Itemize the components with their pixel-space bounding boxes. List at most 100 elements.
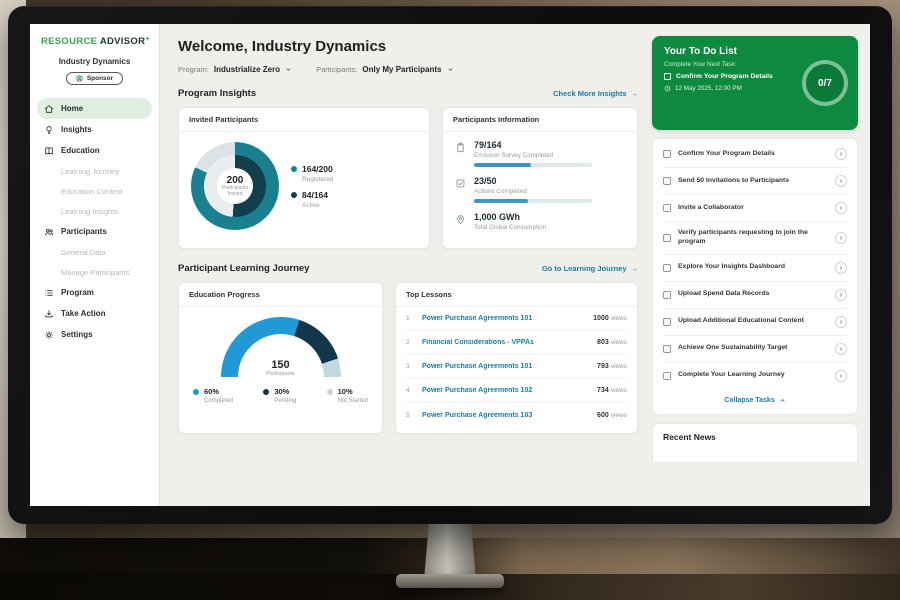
invited-participants-donut-chart: 200 Participants Invited <box>191 142 279 230</box>
stat-progress-fill <box>474 199 528 203</box>
task-row-send-invitations[interactable]: Send 50 Invitations to Participants <box>663 168 847 195</box>
task-row-upload-spend-data[interactable]: Upload Spend Data Records <box>663 282 847 309</box>
chevron-right-icon[interactable] <box>835 148 847 160</box>
program-insights-title: Program Insights <box>178 88 256 99</box>
education-gauge-chart: 150 Participants <box>221 317 341 377</box>
task-row-complete-learning-journey[interactable]: Complete Your Learning Journey <box>663 363 847 389</box>
go-to-learning-journey-link[interactable]: Go to Learning Journey → <box>542 264 638 273</box>
sidebar-item-program[interactable]: Program <box>37 282 152 303</box>
sidebar-item-learning-insights[interactable]: Learning Insights <box>37 201 152 221</box>
page-title: Welcome, Industry Dynamics <box>178 38 638 55</box>
task-checkbox[interactable] <box>663 204 671 212</box>
program-icon <box>44 288 54 298</box>
chevron-right-icon[interactable] <box>835 202 847 214</box>
sidebar-item-home[interactable]: Home <box>37 98 152 119</box>
main-content: Welcome, Industry Dynamics Program: Indu… <box>160 24 652 506</box>
chevron-right-icon[interactable] <box>835 343 847 355</box>
sidebar-item-participants[interactable]: Participants <box>37 221 152 242</box>
task-row-upload-educational-content[interactable]: Upload Additional Educational Content <box>663 309 847 336</box>
task-row-explore-insights[interactable]: Explore Your Insights Dashboard <box>663 255 847 282</box>
todo-panel: Your To Do List Complete Your Next Task:… <box>652 36 858 463</box>
monitor-bezel: RESOURCE ADVISOR+ Industry Dynamics Spon… <box>8 6 892 524</box>
task-checkbox[interactable] <box>663 177 671 185</box>
sponsor-badge: Sponsor <box>66 72 123 85</box>
sidebar-item-settings[interactable]: Settings <box>37 324 152 345</box>
app-logo: RESOURCE ADVISOR+ <box>30 24 159 47</box>
task-row-invite-collaborator[interactable]: Invite a Collaborator <box>663 195 847 222</box>
chevron-right-icon[interactable] <box>835 316 847 328</box>
task-row-verify-participants[interactable]: Verify participants requesting to join t… <box>663 222 847 255</box>
sidebar-item-manage-participants[interactable]: Manage Participants <box>37 262 152 282</box>
sidebar-item-insights[interactable]: Insights <box>37 119 152 140</box>
lesson-link[interactable]: Power Purchase Agreements 103 <box>422 412 597 419</box>
top-lessons-title: Top Lessons <box>396 283 637 307</box>
program-filter-dropdown[interactable]: Program: Industrialize Zero <box>178 65 292 74</box>
task-checkbox[interactable] <box>663 345 671 353</box>
task-checkbox[interactable] <box>663 234 671 242</box>
lesson-row[interactable]: 2 Financial Considerations - VPPAs 803vi… <box>406 331 627 355</box>
task-checkbox[interactable] <box>663 150 671 158</box>
program-filter-value: Industrialize Zero <box>214 65 280 74</box>
checklist-icon <box>455 178 466 189</box>
invited-participants-card: Invited Participants 200 Participants In… <box>178 107 430 249</box>
invited-participants-title: Invited Participants <box>179 108 429 132</box>
chevron-right-icon[interactable] <box>835 262 847 274</box>
recent-news-title: Recent News <box>663 432 847 442</box>
sidebar-item-take-action[interactable]: Take Action <box>37 303 152 324</box>
sidebar-item-education[interactable]: Education <box>37 140 152 161</box>
next-task-checkbox[interactable] <box>664 73 671 80</box>
monitor-stand-base <box>396 574 504 588</box>
home-icon <box>44 104 54 114</box>
program-insights-cards: Invited Participants 200 Participants In… <box>178 107 638 249</box>
todo-title: Your To Do List <box>664 46 846 57</box>
sidebar-item-learning-journey[interactable]: Learning Journey <box>37 161 152 181</box>
stat-global-consumption: 1,000 GWh Total Global Consumption <box>455 212 625 231</box>
task-checkbox[interactable] <box>663 372 671 380</box>
todo-summary-card: Your To Do List Complete Your Next Task:… <box>652 36 858 130</box>
task-checkbox[interactable] <box>663 318 671 326</box>
participants-filter-value: Only My Participants <box>362 65 441 74</box>
invited-donut-legend: 164/200 Registered 84/164 Active <box>291 157 333 216</box>
lesson-row[interactable]: 1 Power Purchase Agreements 101 1000view… <box>406 307 627 331</box>
chevron-right-icon[interactable] <box>835 370 847 382</box>
task-checkbox[interactable] <box>663 291 671 299</box>
check-more-insights-link[interactable]: Check More Insights → <box>553 89 638 98</box>
lesson-row[interactable]: 3 Power Purchase Agreements 101 793views <box>406 355 627 379</box>
lesson-link[interactable]: Power Purchase Agreements 101 <box>422 315 593 322</box>
scene: RESOURCE ADVISOR+ Industry Dynamics Spon… <box>0 0 900 600</box>
lesson-row[interactable]: 5 Power Purchase Agreements 103 600views <box>406 403 627 427</box>
program-filter-label: Program: <box>178 65 209 74</box>
task-row-achieve-target[interactable]: Achieve One Sustainability Target <box>663 336 847 363</box>
todo-next-task: Confirm Your Program Details <box>664 73 802 80</box>
lesson-link[interactable]: Power Purchase Agreements 102 <box>422 387 597 394</box>
lesson-link[interactable]: Financial Considerations - VPPAs <box>422 339 597 346</box>
chevron-right-icon[interactable] <box>835 175 847 187</box>
participants-filter-dropdown[interactable]: Participants: Only My Participants <box>316 65 453 74</box>
sidebar-item-education-content[interactable]: Education Content <box>37 181 152 201</box>
not-started-dot <box>327 389 333 395</box>
task-checkbox[interactable] <box>663 264 671 272</box>
task-row-confirm-program[interactable]: Confirm Your Program Details <box>663 141 847 168</box>
learning-journey-cards: Education Progress 150 Participants <box>178 282 638 434</box>
learning-journey-header: Participant Learning Journey Go to Learn… <box>178 263 638 274</box>
lesson-row[interactable]: 4 Power Purchase Agreements 102 734views <box>406 379 627 403</box>
sponsor-person-icon <box>76 75 83 82</box>
todo-task-list: Confirm Your Program Details Send 50 Inv… <box>652 138 858 415</box>
participants-filter-label: Participants: <box>316 65 357 74</box>
collapse-tasks-link[interactable]: Collapse Tasks <box>663 389 847 412</box>
arrow-right-icon: → <box>631 89 639 98</box>
sidebar-item-general-data[interactable]: General Data <box>37 242 152 262</box>
invited-donut-center: 200 Participants Invited <box>217 168 253 204</box>
education-gauge-center: 150 Participants <box>221 359 341 377</box>
learning-journey-title: Participant Learning Journey <box>178 263 309 274</box>
chevron-up-icon <box>779 397 786 404</box>
emission-progress-bar <box>474 163 592 167</box>
chevron-right-icon[interactable] <box>835 232 847 244</box>
stat-emission-survey: 79/164 Emission Survey Completed <box>455 140 625 167</box>
chevron-right-icon[interactable] <box>835 289 847 301</box>
education-progress-card: Education Progress 150 Participants <box>178 282 383 434</box>
sponsor-badge-label: Sponsor <box>87 75 113 82</box>
completed-dot <box>193 389 199 395</box>
stat-actions-completed: 23/50 Actions Completed <box>455 176 625 203</box>
lesson-link[interactable]: Power Purchase Agreements 101 <box>422 363 597 370</box>
